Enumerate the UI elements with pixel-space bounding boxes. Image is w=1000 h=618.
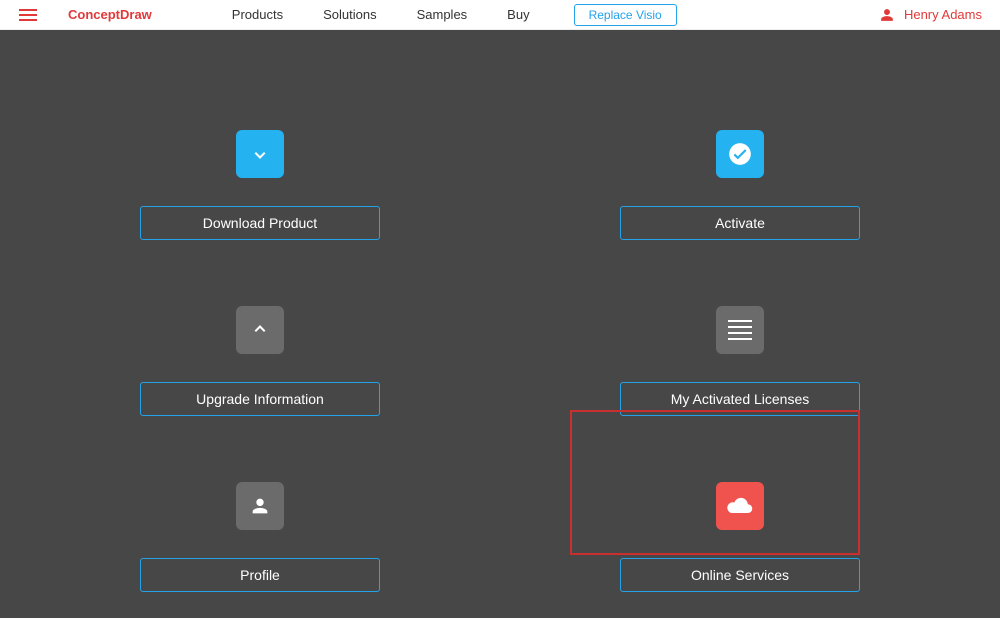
user-name: Henry Adams	[904, 7, 982, 22]
profile-icon	[236, 482, 284, 530]
user-menu[interactable]: Henry Adams	[880, 7, 982, 22]
list-icon	[716, 306, 764, 354]
cloud-icon	[716, 482, 764, 530]
nav-solutions[interactable]: Solutions	[323, 7, 376, 22]
top-bar: ConceptDraw Products Solutions Samples B…	[0, 0, 1000, 30]
brand-logo[interactable]: ConceptDraw	[68, 7, 152, 22]
tile-licenses: My Activated Licenses	[570, 306, 910, 442]
tile-upgrade: Upgrade Information	[90, 306, 430, 442]
upload-icon	[236, 306, 284, 354]
nav-links: Products Solutions Samples Buy Replace V…	[232, 4, 677, 26]
download-icon	[236, 130, 284, 178]
tile-online-services: Online Services	[570, 482, 910, 618]
profile-button[interactable]: Profile	[140, 558, 380, 592]
check-circle-icon	[716, 130, 764, 178]
replace-visio-button[interactable]: Replace Visio	[574, 4, 677, 26]
nav-products[interactable]: Products	[232, 7, 283, 22]
nav-buy[interactable]: Buy	[507, 7, 529, 22]
online-services-button[interactable]: Online Services	[620, 558, 860, 592]
activate-button[interactable]: Activate	[620, 206, 860, 240]
tile-profile: Profile	[90, 482, 430, 618]
tile-activate: Activate	[570, 130, 910, 266]
my-activated-licenses-button[interactable]: My Activated Licenses	[620, 382, 860, 416]
tile-download: Download Product	[90, 130, 430, 266]
download-product-button[interactable]: Download Product	[140, 206, 380, 240]
upgrade-information-button[interactable]: Upgrade Information	[140, 382, 380, 416]
menu-icon[interactable]	[8, 9, 48, 21]
user-icon	[880, 8, 894, 22]
nav-samples[interactable]: Samples	[417, 7, 468, 22]
tile-grid: Download Product Activate Upgrade Inform…	[90, 30, 910, 618]
content-area: Download Product Activate Upgrade Inform…	[0, 30, 1000, 618]
